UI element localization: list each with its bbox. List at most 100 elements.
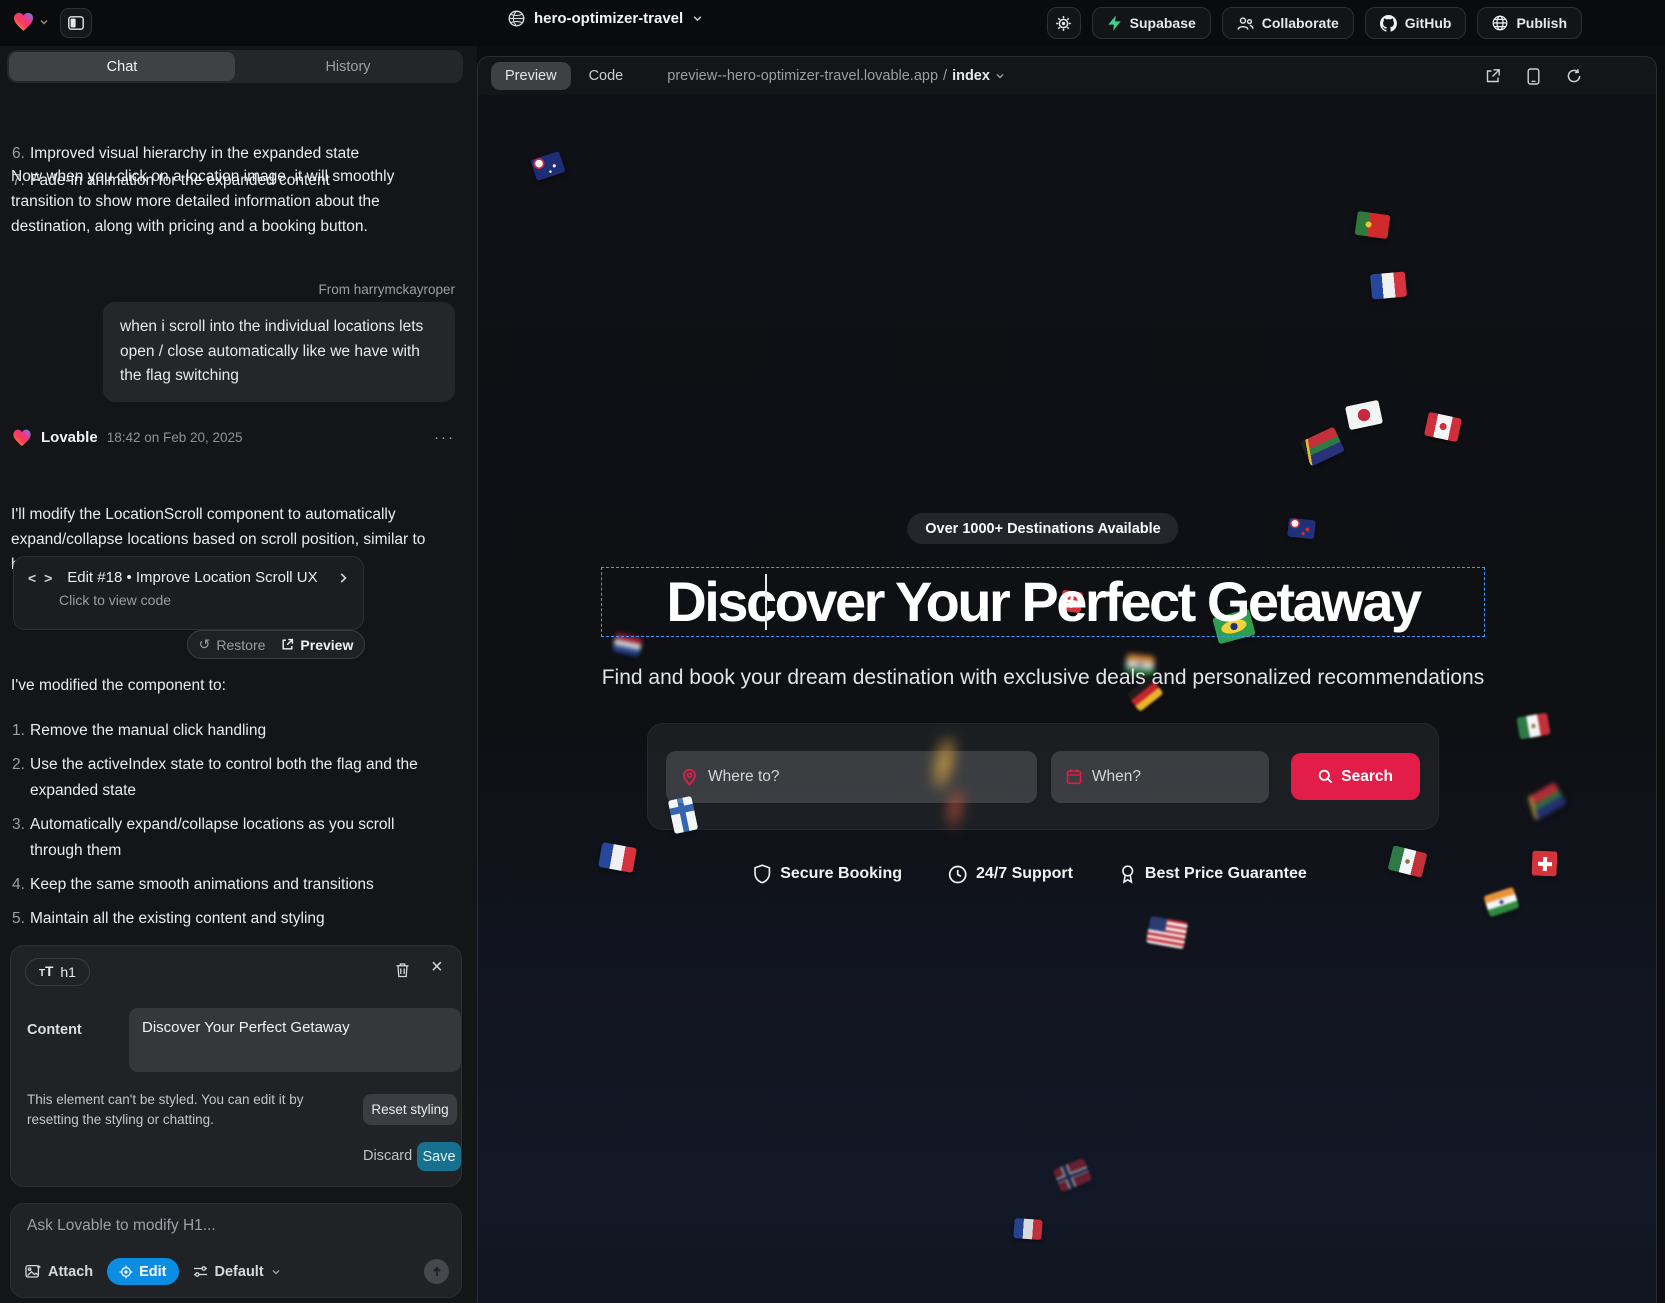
flag-nz-decoration — [1287, 518, 1316, 540]
tab-preview[interactable]: Preview — [491, 62, 571, 90]
mobile-view-button[interactable] — [1527, 68, 1540, 85]
people-icon — [1237, 16, 1254, 31]
chevron-down-icon — [271, 1267, 281, 1277]
calendar-icon — [1066, 768, 1082, 785]
url-host: preview--hero-optimizer-travel.lovable.a… — [667, 68, 938, 84]
mode-selector[interactable]: Default — [193, 1264, 281, 1280]
element-editor-panel: TT h1 × Content Discover Your Perfect Ge… — [10, 945, 462, 1187]
message-menu-button[interactable]: ··· — [434, 429, 455, 446]
preview-version-label: Preview — [300, 637, 353, 653]
preview-toolbar: Preview Code preview--hero-optimizer-tra… — [478, 57, 1656, 95]
external-link-icon — [281, 638, 294, 651]
edit-card-subtitle: Click to view code — [59, 592, 349, 608]
heart-logo-icon — [12, 11, 35, 32]
preview-panel: Preview Code preview--hero-optimizer-tra… — [477, 56, 1657, 1303]
message-timestamp: 18:42 on Feb 20, 2025 — [107, 430, 243, 445]
when-input[interactable]: When? — [1051, 751, 1269, 803]
search-button[interactable]: Search — [1291, 753, 1420, 800]
delete-element-button[interactable] — [395, 962, 410, 978]
assistant-paragraph: Now when you click on a location image, … — [11, 164, 447, 239]
edit-card-title: Edit #18 • Improve Location Scroll UX — [67, 569, 317, 586]
chevron-right-icon — [337, 572, 349, 584]
feature-label: Best Price Guarantee — [1145, 865, 1307, 883]
selected-title-outline[interactable]: Discover Your Perfect Getaway — [601, 567, 1485, 637]
where-to-input[interactable]: Where to? — [666, 751, 1037, 803]
assistant-paragraph: I've modified the component to: — [11, 673, 451, 698]
element-tag-badge[interactable]: TT h1 — [25, 958, 90, 986]
preview-version-button[interactable]: Preview — [281, 637, 353, 653]
restore-button[interactable]: ↺ Restore — [199, 636, 266, 653]
image-icon — [25, 1264, 41, 1279]
shield-icon — [753, 864, 771, 884]
destinations-badge: Over 1000+ Destinations Available — [907, 513, 1178, 544]
globe-icon — [508, 10, 525, 27]
github-button[interactable]: GitHub — [1365, 7, 1467, 39]
list-item: 1.Remove the manual click handling — [0, 718, 452, 744]
supabase-button[interactable]: Supabase — [1092, 7, 1211, 39]
chat-sidebar: Chat History 6.Improved visual hierarchy… — [0, 46, 477, 1303]
lovable-logo[interactable] — [12, 11, 49, 32]
mode-label: Default — [215, 1264, 264, 1280]
project-switcher[interactable]: hero-optimizer-travel — [508, 10, 703, 27]
sidebar-toggle-button[interactable] — [60, 8, 92, 38]
attach-button[interactable]: Attach — [25, 1264, 93, 1280]
steps-list: 1.Remove the manual click handling 2.Use… — [0, 718, 452, 940]
collaborate-button[interactable]: Collaborate — [1222, 7, 1354, 39]
trash-icon — [395, 962, 410, 978]
refresh-icon[interactable] — [1566, 68, 1582, 84]
flag-no-decoration — [1053, 1158, 1093, 1193]
chevron-down-icon — [692, 13, 703, 24]
feature-best-price: Best Price Guarantee — [1119, 864, 1307, 884]
edit-version-card[interactable]: < > Edit #18 • Improve Location Scroll U… — [13, 556, 364, 630]
restore-preview-pill: ↺ Restore Preview — [187, 630, 365, 659]
flag-ca-decoration — [1424, 412, 1462, 443]
restore-label: Restore — [216, 637, 265, 653]
url-page: index — [952, 68, 990, 84]
feature-secure-booking: Secure Booking — [753, 864, 902, 884]
user-message-bubble: when i scroll into the individual locati… — [103, 302, 455, 402]
map-pin-icon — [681, 768, 698, 786]
send-button[interactable] — [424, 1259, 449, 1284]
supabase-icon — [1107, 15, 1122, 31]
tab-history[interactable]: History — [235, 52, 461, 81]
flag-mx-decoration — [1516, 712, 1550, 739]
reset-styling-button[interactable]: Reset styling — [363, 1094, 457, 1125]
tab-code[interactable]: Code — [575, 62, 638, 90]
edit-mode-button[interactable]: Edit — [107, 1258, 178, 1285]
tab-chat[interactable]: Chat — [9, 52, 235, 81]
save-button[interactable]: Save — [417, 1142, 461, 1171]
preview-viewport: Over 1000+ Destinations Available Discov… — [478, 95, 1656, 1303]
search-card: Where to? When? Search — [647, 723, 1439, 830]
search-label: Search — [1341, 768, 1393, 786]
flag-fr-decoration — [598, 842, 637, 873]
collaborate-label: Collaborate — [1262, 15, 1339, 31]
chevron-down-icon — [995, 71, 1005, 81]
arrow-up-icon — [431, 1266, 443, 1278]
list-item: 4.Keep the same smooth animations and tr… — [0, 872, 452, 898]
settings-button[interactable] — [1047, 7, 1081, 39]
list-item: 5.Maintain all the existing content and … — [0, 906, 452, 932]
flag-ch-decoration — [1532, 851, 1558, 877]
globe-icon — [1492, 15, 1508, 31]
publish-button[interactable]: Publish — [1477, 7, 1582, 39]
supabase-label: Supabase — [1130, 15, 1196, 31]
open-external-button[interactable] — [1485, 68, 1501, 84]
top-bar: hero-optimizer-travel Supabase Collabora… — [0, 0, 1665, 46]
type-icon: TT — [39, 963, 53, 981]
feature-label: 24/7 Support — [976, 865, 1073, 883]
hero-title: Discover Your Perfect Getaway — [602, 568, 1484, 636]
chat-input[interactable]: Ask Lovable to modify H1... — [27, 1217, 437, 1235]
chat-composer: Ask Lovable to modify H1... Attach Edit … — [10, 1203, 462, 1298]
content-field[interactable]: Discover Your Perfect Getaway — [129, 1008, 461, 1072]
chevron-down-icon — [39, 17, 49, 27]
publish-label: Publish — [1516, 15, 1567, 31]
search-icon — [1318, 769, 1333, 784]
assistant-name: Lovable — [41, 429, 98, 446]
flag-za-decoration — [1524, 782, 1567, 821]
close-editor-button[interactable]: × — [431, 956, 443, 979]
flag-jp-decoration — [1345, 400, 1383, 431]
discard-button[interactable]: Discard — [363, 1148, 412, 1164]
message-author-label: From harrymckayroper — [318, 282, 455, 297]
heart-logo-icon — [12, 428, 32, 447]
preview-url[interactable]: preview--hero-optimizer-travel.lovable.a… — [667, 68, 1005, 84]
